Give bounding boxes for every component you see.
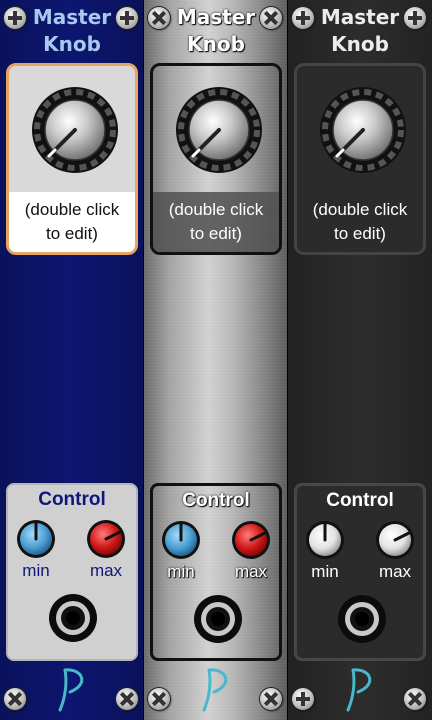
- screw-cross-icon: [116, 688, 138, 710]
- screw-cross-icon: [260, 688, 282, 710]
- master-knob[interactable]: [31, 86, 119, 174]
- module-title-line2: Knob: [43, 32, 101, 56]
- hint-line2: to edit): [46, 224, 98, 243]
- max-label: max: [378, 562, 412, 581]
- double-click-hint: (double click to edit): [297, 192, 423, 252]
- control-section: Control min max: [294, 483, 426, 661]
- hint-line2: to edit): [190, 224, 242, 243]
- control-title: Control: [326, 490, 394, 511]
- master-knob-module-dark: Master Knob (double click to edit) Contr…: [288, 0, 432, 720]
- control-section: Control min max: [150, 483, 282, 661]
- min-label: min: [311, 562, 339, 581]
- min-knob[interactable]: [16, 519, 56, 559]
- master-knob-module-blue: Master Knob (double click to edit) Contr…: [0, 0, 144, 720]
- screw-cross-icon: [404, 688, 426, 710]
- screw-plus-icon: [292, 688, 314, 710]
- double-click-hint: (double click to edit): [153, 192, 279, 252]
- max-knob[interactable]: [375, 520, 415, 560]
- max-knob[interactable]: [231, 520, 271, 560]
- knob-display[interactable]: (double click to edit): [150, 63, 282, 255]
- module-title: Master Knob: [288, 4, 432, 58]
- module-title-line2: Knob: [187, 32, 245, 56]
- screw-cross-icon: [4, 688, 26, 710]
- control-section: Control min max: [6, 483, 138, 661]
- master-knob[interactable]: [319, 86, 407, 174]
- p-logo-icon: [202, 668, 228, 712]
- control-title: Control: [38, 489, 106, 510]
- min-knob[interactable]: [161, 520, 201, 560]
- min-label: min: [22, 561, 50, 580]
- hint-line2: to edit): [334, 224, 386, 243]
- audio-jack-icon[interactable]: [193, 594, 243, 644]
- p-logo-icon: [346, 668, 372, 712]
- audio-jack-icon[interactable]: [337, 594, 387, 644]
- max-label: max: [234, 562, 268, 581]
- control-title: Control: [182, 490, 250, 511]
- module-title-line1: Master: [176, 5, 256, 29]
- hint-line1: (double click: [24, 200, 120, 219]
- min-knob[interactable]: [305, 520, 345, 560]
- master-knob-module-metal: Master Knob (double click to edit) Contr…: [144, 0, 288, 720]
- min-label: min: [167, 562, 195, 581]
- double-click-hint: (double click to edit): [9, 192, 135, 252]
- p-logo-icon: [58, 668, 84, 712]
- module-title: Master Knob: [144, 4, 287, 58]
- module-title-line1: Master: [32, 5, 112, 29]
- audio-jack-icon[interactable]: [48, 593, 98, 643]
- module-title-line1: Master: [320, 5, 400, 29]
- knob-display[interactable]: (double click to edit): [6, 63, 138, 255]
- knob-display[interactable]: (double click to edit): [294, 63, 426, 255]
- master-knob[interactable]: [175, 86, 263, 174]
- module-title-line2: Knob: [331, 32, 389, 56]
- max-label: max: [89, 561, 123, 580]
- hint-line1: (double click: [312, 200, 408, 219]
- screw-cross-icon: [148, 688, 170, 710]
- module-title: Master Knob: [0, 4, 143, 58]
- hint-line1: (double click: [168, 200, 264, 219]
- max-knob[interactable]: [86, 519, 126, 559]
- module-rack: Master Knob (double click to edit) Contr…: [0, 0, 432, 720]
